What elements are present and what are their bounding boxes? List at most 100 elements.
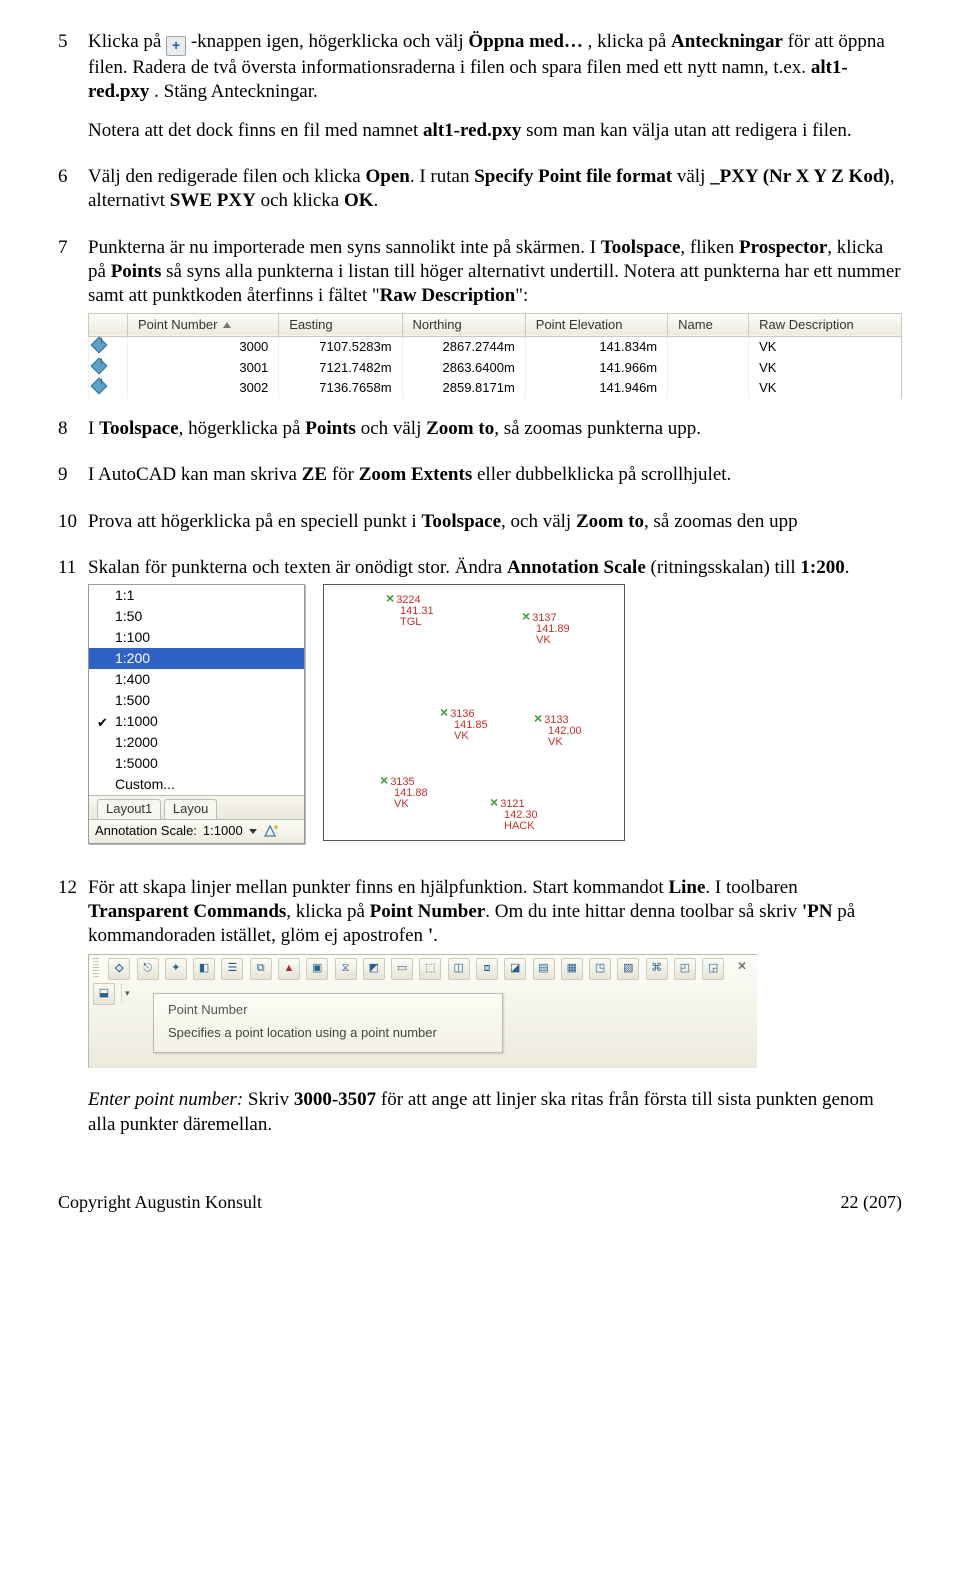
scale-list[interactable]: 1:11:501:100 1:200 1:4001:500✔1:10001:2000… — [89, 585, 304, 795]
bold: alt1-red.pxy — [423, 120, 521, 141]
toolbar-btn[interactable]: ▧ — [617, 958, 639, 980]
toolbar-btn[interactable]: ◰ — [674, 958, 696, 980]
cell-northing: 2863.6400m — [402, 358, 525, 379]
toolbar-btn[interactable]: ⬚ — [419, 958, 441, 980]
toolbar-btn[interactable]: ⧉ — [250, 958, 272, 980]
toolbar-btn[interactable]: ◧ — [193, 958, 215, 980]
step-body: I AutoCAD kan man skriva ZE för Zoom Ext… — [88, 463, 902, 491]
toolbar-btn[interactable]: ◫ — [448, 958, 470, 980]
step-12: 12 För att skapa linjer mellan punkter f… — [58, 876, 902, 1142]
col-northing[interactable]: Northing — [402, 313, 525, 337]
toolbar-btn[interactable]: ◳ — [589, 958, 611, 980]
step-8: 8 I Toolspace, högerklicka på Points och… — [58, 417, 902, 445]
toolbar-btn-point-number[interactable]: ✦ — [165, 958, 187, 980]
map-point: ×3135141.88VK — [380, 775, 428, 810]
toolbar-btn[interactable]: ▭ — [391, 958, 413, 980]
toolbar-btn[interactable]: ▦ — [561, 958, 583, 980]
table-row[interactable]: 30017121.7482m2863.6400m141.966mVK — [89, 358, 902, 379]
check-icon: ✔ — [97, 713, 108, 732]
col-point-number[interactable]: Point Number — [128, 313, 279, 337]
text: som man kan välja utan att redigera i fi… — [526, 120, 852, 141]
toolbar-btn[interactable]: ⧈ — [476, 958, 498, 980]
bold: Zoom Extents — [359, 464, 472, 485]
bold: 1:200 — [800, 557, 844, 578]
scale-option[interactable]: 1:1 — [89, 585, 304, 606]
table-row[interactable]: 30027136.7658m2859.8171m141.946mVK — [89, 378, 902, 399]
text: . I toolbaren — [705, 877, 797, 898]
scale-option[interactable]: 1:2000 — [89, 732, 304, 753]
step-7: 7 Punkterna är nu importerade men syns s… — [58, 236, 902, 399]
text: Välj den redigerade filen och klicka — [88, 166, 366, 187]
col-name[interactable]: Name — [668, 313, 749, 337]
scale-option[interactable]: ✔1:1000 — [89, 711, 304, 732]
text: (ritningsskalan) till — [646, 557, 801, 578]
scale-option[interactable]: 1:5000 — [89, 753, 304, 774]
tab-layout2[interactable]: Layou — [164, 799, 217, 819]
point-marker-icon — [91, 357, 108, 374]
toolbar-btn[interactable]: ▲ — [278, 958, 300, 980]
scale-label: 1:200 — [115, 650, 150, 666]
bold: Annotation Scale — [507, 557, 646, 578]
text: för — [327, 464, 359, 485]
col-easting[interactable]: Easting — [279, 313, 402, 337]
step-body: För att skapa linjer mellan punkter finn… — [88, 876, 902, 1142]
text: I — [88, 418, 99, 439]
text: , fliken — [680, 237, 739, 258]
bold: Öppna med… — [468, 31, 583, 52]
transparent-commands-toolbar: ◇ ⎋ ✦ ◧ ☰ ⧉ ▲ ▣ ⧖ ◩ ▭ ⬚ ◫ ⧈ ◪ ▤ ▦ ◳ ▧ ⌘ … — [88, 954, 757, 1068]
text: , klicka på — [286, 901, 369, 922]
step-body: I Toolspace, högerklicka på Points och v… — [88, 417, 902, 445]
scale-option[interactable]: 1:500 — [89, 690, 304, 711]
toolbar-close-icon[interactable]: ✕ — [733, 958, 751, 976]
bold: Point Number — [370, 901, 486, 922]
dropdown-icon[interactable] — [249, 829, 257, 834]
toolbar-grip[interactable] — [93, 958, 99, 978]
scale-option[interactable]: Custom... — [89, 774, 304, 795]
toolbar-btn[interactable]: ◲ — [702, 958, 724, 980]
cell-northing: 2859.8171m — [402, 378, 525, 399]
toolbar-btn[interactable]: ▤ — [533, 958, 555, 980]
toolbar-btn[interactable]: ⬓ — [93, 983, 115, 1005]
bold: Raw Description — [380, 285, 516, 306]
toolbar-btn[interactable]: ◪ — [504, 958, 526, 980]
step-6: 6 Välj den redigerade filen och klicka O… — [58, 165, 902, 218]
map-point-code: VK — [548, 736, 563, 748]
bold: Toolspace — [421, 511, 501, 532]
cell-elevation: 141.946m — [525, 378, 667, 399]
table-row[interactable]: 30007107.5283m2867.2744m141.834mVK — [89, 337, 902, 358]
text: , så zoomas punkterna upp. — [494, 418, 701, 439]
map-point-code: VK — [536, 634, 551, 646]
toolbar-btn[interactable]: ⌘ — [646, 958, 668, 980]
scale-option[interactable]: 1:50 — [89, 606, 304, 627]
cell-name — [668, 378, 749, 399]
tab-layout1[interactable]: Layout1 — [97, 799, 161, 819]
text: , och välj — [501, 511, 576, 532]
map-point: ×3224141.31TGL — [386, 593, 434, 628]
bold: 3000-3507 — [294, 1089, 376, 1110]
annotation-scale-icon[interactable] — [263, 823, 279, 839]
annotation-scale-value[interactable]: 1:1000 — [203, 823, 243, 840]
text: och klicka — [256, 190, 344, 211]
scale-label: 1:5000 — [115, 755, 158, 771]
scale-option[interactable]: 1:400 — [89, 669, 304, 690]
col-raw-desc[interactable]: Raw Description — [749, 313, 902, 337]
bold: Anteckningar — [671, 31, 783, 52]
text: Skriv — [243, 1089, 294, 1110]
toolbar-btn[interactable]: ▣ — [306, 958, 328, 980]
col-elevation[interactable]: Point Elevation — [525, 313, 667, 337]
map-point-code: HACK — [504, 820, 535, 832]
toolbar-btn[interactable]: ☰ — [221, 958, 243, 980]
scale-option[interactable]: 1:100 — [89, 627, 304, 648]
bold: Toolspace — [601, 237, 681, 258]
toolbar-overflow[interactable]: ▾ — [121, 983, 132, 1003]
text: Klicka på — [88, 31, 166, 52]
toolbar-btn[interactable]: ◩ — [363, 958, 385, 980]
footer-left: Copyright Augustin Konsult — [58, 1191, 262, 1214]
scale-option[interactable]: 1:200 — [89, 648, 304, 669]
toolbar-btn[interactable]: ⎋ — [137, 958, 159, 980]
step-body: Skalan för punkterna och texten är onödi… — [88, 556, 902, 858]
step-11: 11 Skalan för punkterna och texten är on… — [58, 556, 902, 858]
text: . I rutan — [410, 166, 474, 187]
toolbar-btn[interactable]: ⧖ — [335, 958, 357, 980]
toolbar-btn[interactable]: ◇ — [108, 958, 130, 980]
